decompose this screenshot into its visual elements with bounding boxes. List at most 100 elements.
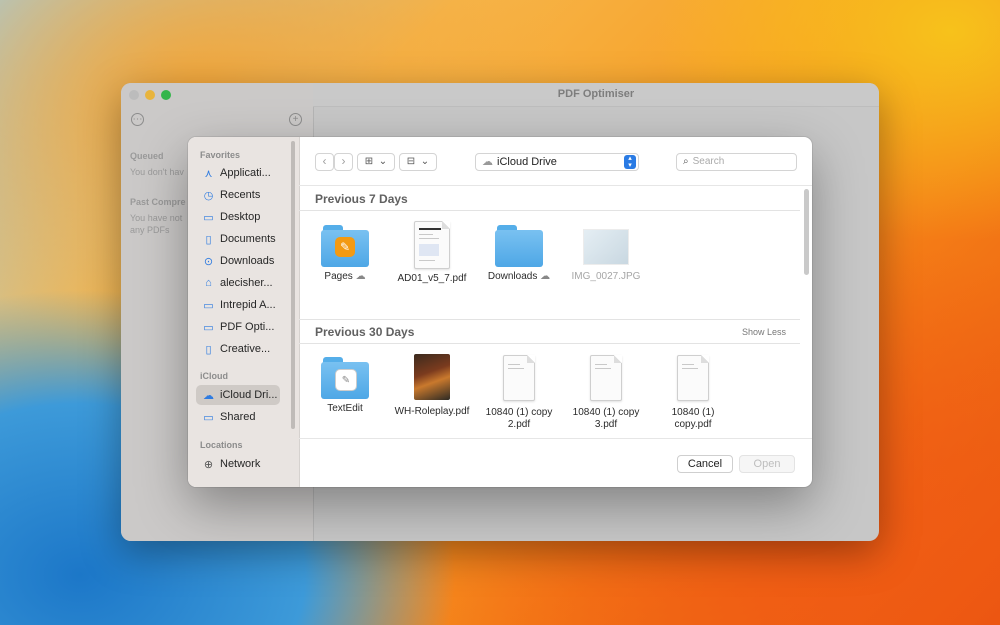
location-label: iCloud Drive	[497, 156, 557, 168]
sidebar-item-label: Recents	[220, 189, 261, 201]
pdf-document-icon	[503, 355, 535, 401]
file-item-pages[interactable]: ✎ Pages ☁	[302, 225, 388, 283]
divider	[299, 210, 800, 211]
sidebar-item-network[interactable]: ⊕ Network	[196, 454, 280, 474]
pdf-document-icon	[677, 355, 709, 401]
open-file-dialog: Favorites ⋏ Applicati... ◷ Recents ▭ Deskto…	[188, 137, 812, 487]
dialog-toolbar: ‹ › ⊞ ⌄ ⊟ ⌄ ☁ iCloud Drive ▴ ▾ ⌕ Search	[299, 137, 812, 186]
chevron-left-icon: ‹	[322, 154, 327, 168]
file-label: AD01_v5_7.pdf	[397, 273, 467, 284]
file-item-img-jpg[interactable]: IMG_0027.JPG	[563, 229, 649, 283]
sidebar-item-pdf-optimiser[interactable]: ▭ PDF Opti...	[196, 317, 280, 337]
file-item-ad01-pdf[interactable]: AD01_v5_7.pdf	[389, 221, 475, 285]
sidebar-item-intrepid[interactable]: ▭ Intrepid A...	[196, 295, 280, 315]
sidebar-item-label: Desktop	[220, 211, 261, 223]
search-icon: ⌕	[683, 156, 689, 167]
file-label-line-1: 10840 (1) copy	[485, 407, 553, 418]
folder-icon	[495, 225, 543, 267]
shared-folder-icon: ▭	[203, 411, 214, 424]
sidebar-item-label: Network	[220, 458, 261, 470]
close-window-button[interactable]	[129, 90, 139, 100]
sidebar-item-label: Downloads	[220, 255, 275, 267]
sidebar-item-applications[interactable]: ⋏ Applicati...	[196, 163, 280, 183]
open-button[interactable]: Open	[739, 455, 795, 473]
show-less-button[interactable]: Show Less	[742, 327, 786, 337]
dialog-sidebar: Favorites ⋏ Applicati... ◷ Recents ▭ Deskto…	[188, 137, 300, 487]
sidebar-item-desktop[interactable]: ▭ Desktop	[196, 207, 280, 227]
file-item-10840-copy[interactable]: 10840 (1) copy.pdf	[650, 355, 736, 431]
past-compressions-header: Past Compre	[130, 197, 186, 207]
queued-header: Queued	[130, 151, 164, 161]
sidebar-item-label: Applicati...	[220, 167, 271, 179]
view-mode-button[interactable]: ⊞ ⌄	[357, 153, 395, 171]
zoom-window-button[interactable]	[161, 90, 171, 100]
file-item-textedit[interactable]: ✎ TextEdit	[302, 357, 388, 415]
desktop-icon: ▭	[203, 211, 214, 224]
location-popup[interactable]: ☁ iCloud Drive ▴ ▾	[475, 153, 639, 171]
file-label: Pages	[324, 271, 353, 282]
locations-header: Locations	[200, 440, 243, 450]
sidebar-item-creative[interactable]: ▯ Creative...	[196, 339, 280, 359]
folder-icon: ▭	[203, 321, 214, 334]
forward-button[interactable]: ›	[334, 153, 353, 171]
search-field[interactable]: ⌕ Search	[676, 153, 797, 171]
download-icon: ⊙	[203, 255, 214, 268]
file-browser: Previous 7 Days ✎ Pages ☁ AD01_v5_7.pdf	[299, 185, 812, 438]
sidebar-item-shared[interactable]: ▭ Shared	[196, 407, 280, 427]
file-label-line-2: copy.pdf	[674, 419, 712, 430]
more-options-icon[interactable]: ⋯	[131, 113, 144, 126]
sidebar-item-label: Intrepid A...	[220, 299, 276, 311]
sidebar-item-label: Shared	[220, 411, 256, 423]
group-header: Previous 7 Days	[315, 192, 408, 206]
sidebar-item-label: iCloud Dri...	[220, 389, 278, 401]
cancel-button[interactable]: Cancel	[677, 455, 733, 473]
minimize-window-button[interactable]	[145, 90, 155, 100]
document-icon: ▯	[205, 233, 212, 246]
cloud-download-icon: ☁	[355, 271, 366, 282]
chevron-down-icon: ⌄	[420, 156, 430, 167]
file-item-wh-roleplay[interactable]: WH-Roleplay.pdf	[389, 354, 475, 418]
sidebar-item-label: PDF Opti...	[220, 321, 275, 333]
cloud-icon: ☁	[482, 156, 493, 168]
sidebar-item-documents[interactable]: ▯ Documents	[196, 229, 280, 249]
dialog-footer: Cancel Open	[299, 438, 812, 487]
past-empty-text-1: You have not	[130, 213, 183, 223]
group-header: Previous 30 Days	[315, 325, 415, 339]
chevron-right-icon: ›	[341, 154, 346, 168]
clock-icon: ◷	[203, 189, 214, 202]
up-down-chevron-icon: ▴ ▾	[624, 155, 636, 169]
content-scrollbar[interactable]	[804, 189, 809, 275]
pages-app-icon: ✎	[335, 237, 355, 257]
book-cover-thumbnail	[414, 354, 450, 400]
file-label: WH-Roleplay.pdf	[394, 406, 470, 417]
window-title: PDF Optimiser	[313, 83, 879, 107]
add-icon[interactable]: +	[289, 113, 302, 126]
image-thumbnail	[583, 229, 629, 265]
group-by-button[interactable]: ⊟ ⌄	[399, 153, 437, 171]
applications-icon: ⋏	[204, 167, 213, 180]
textedit-app-icon: ✎	[335, 369, 357, 391]
folder-icon: ✎	[321, 225, 369, 267]
group-grid-icon: ⊟	[406, 156, 416, 167]
favorites-header: Favorites	[200, 150, 241, 160]
back-button[interactable]: ‹	[315, 153, 334, 171]
sidebar-item-recents[interactable]: ◷ Recents	[196, 185, 280, 205]
sidebar-item-icloud-drive[interactable]: ☁ iCloud Dri...	[196, 385, 280, 405]
folder-icon: ✎	[321, 357, 369, 399]
file-item-10840-copy-3[interactable]: 10840 (1) copy 3.pdf	[563, 355, 649, 431]
file-item-downloads[interactable]: Downloads ☁	[476, 225, 562, 283]
sidebar-item-downloads[interactable]: ⊙ Downloads	[196, 251, 280, 271]
file-label-line-2: 3.pdf	[594, 419, 618, 430]
pdf-document-icon	[414, 221, 450, 269]
sidebar-scrollbar[interactable]	[291, 141, 295, 429]
sidebar-item-label: Documents	[220, 233, 276, 245]
pdf-document-icon	[590, 355, 622, 401]
queued-empty-text: You don't hav	[130, 167, 184, 177]
file-label-line-1: 10840 (1) copy	[572, 407, 640, 418]
home-icon: ⌂	[205, 277, 212, 289]
file-item-10840-copy-2[interactable]: 10840 (1) copy 2.pdf	[476, 355, 562, 431]
grid-icon: ⊞	[364, 156, 374, 167]
document-icon: ▯	[205, 343, 212, 356]
file-label: IMG_0027.JPG	[571, 271, 641, 282]
sidebar-item-home[interactable]: ⌂ alecisher...	[196, 273, 280, 293]
